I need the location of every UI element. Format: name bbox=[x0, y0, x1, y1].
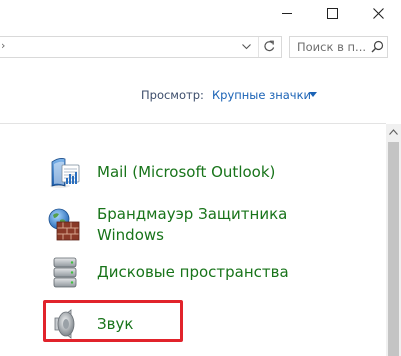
control-panel-item-sound[interactable]: Звук bbox=[45, 304, 133, 344]
storage-spaces-icon bbox=[53, 257, 77, 288]
scroll-up-icon bbox=[389, 129, 398, 135]
control-panel-item-firewall[interactable]: Брандмауэр Защитника Windows bbox=[45, 204, 297, 246]
maximize-button[interactable] bbox=[309, 0, 355, 28]
chevron-down-icon bbox=[242, 44, 251, 50]
address-history-dropdown[interactable] bbox=[238, 37, 256, 57]
firewall-icon bbox=[48, 208, 80, 241]
close-icon bbox=[373, 8, 384, 19]
vertical-scrollbar[interactable] bbox=[386, 124, 401, 356]
refresh-icon bbox=[264, 40, 275, 52]
item-label: Звук bbox=[97, 315, 134, 333]
refresh-button[interactable] bbox=[258, 37, 279, 57]
view-by-dropdown[interactable]: Крупные значки bbox=[212, 88, 311, 102]
minimize-button[interactable] bbox=[263, 0, 309, 28]
breadcrumb-separator[interactable]: › bbox=[1, 39, 5, 52]
control-panel-item-mail[interactable]: Mail (Microsoft Outlook) bbox=[45, 152, 275, 192]
divider bbox=[0, 123, 386, 124]
scroll-up-button[interactable] bbox=[386, 124, 401, 141]
search-icon[interactable] bbox=[371, 40, 384, 53]
address-bar[interactable]: › bbox=[0, 36, 282, 58]
view-by-bar: Просмотр: Крупные значки bbox=[0, 88, 401, 106]
view-by-label: Просмотр: bbox=[141, 88, 204, 102]
item-label: Mail (Microsoft Outlook) bbox=[97, 163, 276, 181]
item-label: Дисковые пространства bbox=[97, 263, 289, 281]
search-input[interactable] bbox=[297, 39, 367, 55]
search-box[interactable] bbox=[289, 36, 388, 58]
item-label-line2: Windows bbox=[97, 226, 164, 244]
window-controls bbox=[263, 0, 401, 28]
scroll-thumb[interactable] bbox=[388, 142, 399, 356]
mail-outlook-icon bbox=[50, 158, 80, 188]
close-button[interactable] bbox=[355, 0, 401, 28]
address-row: › bbox=[0, 36, 401, 58]
dropdown-arrow-icon[interactable] bbox=[309, 92, 317, 97]
speaker-icon bbox=[54, 309, 75, 339]
item-label-line1: Брандмауэр Защитника bbox=[97, 205, 288, 223]
item-label: Брандмауэр Защитника Windows bbox=[97, 204, 297, 246]
control-panel-item-storage-spaces[interactable]: Дисковые пространства bbox=[45, 253, 289, 293]
